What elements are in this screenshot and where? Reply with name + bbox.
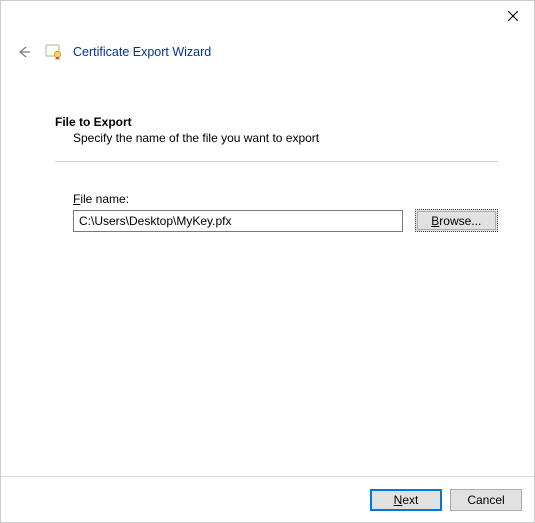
certificate-icon [45, 43, 63, 61]
divider [55, 161, 498, 162]
close-button[interactable] [508, 10, 518, 24]
wizard-title: Certificate Export Wizard [73, 45, 211, 59]
content-area: File to Export Specify the name of the f… [1, 71, 534, 242]
wizard-header: Certificate Export Wizard [1, 33, 534, 71]
back-arrow-icon [16, 44, 32, 60]
footer: Next Cancel [1, 476, 534, 522]
section-description: Specify the name of the file you want to… [73, 131, 498, 145]
cancel-button[interactable]: Cancel [450, 489, 522, 511]
next-button[interactable]: Next [370, 489, 442, 511]
filename-input[interactable] [73, 210, 403, 232]
browse-button[interactable]: Browse... [415, 209, 498, 232]
filename-label: File name: [73, 192, 129, 206]
titlebar [1, 1, 534, 33]
back-button[interactable] [13, 41, 35, 63]
section-title: File to Export [55, 115, 498, 129]
close-icon [508, 11, 518, 21]
filename-field-group: File name: Browse... [73, 192, 498, 232]
